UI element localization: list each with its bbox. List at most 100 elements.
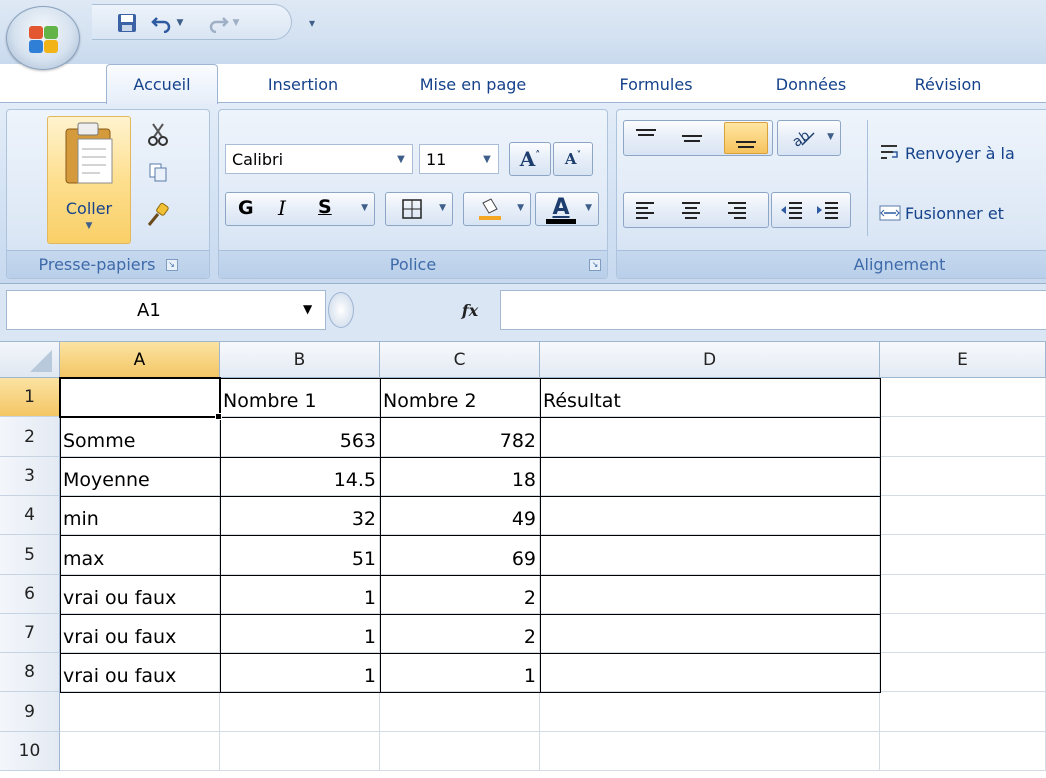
- chevron-down-icon[interactable]: ▼: [303, 302, 312, 316]
- cell-b9[interactable]: [220, 692, 380, 732]
- dialog-launcher-icon[interactable]: ↘: [165, 258, 178, 271]
- chevron-down-icon[interactable]: ▼: [476, 145, 498, 173]
- cell-e9[interactable]: [880, 692, 1046, 732]
- bold-button[interactable]: G: [238, 197, 254, 219]
- tab-formules[interactable]: Formules: [594, 66, 718, 102]
- borders-button[interactable]: ▼: [385, 192, 453, 226]
- column-header-d[interactable]: D: [540, 342, 880, 378]
- cell-a7[interactable]: vrai ou faux: [60, 614, 220, 653]
- cell-c4[interactable]: 49: [380, 496, 540, 535]
- tab-revision[interactable]: Révision: [890, 66, 1006, 102]
- cell-e7[interactable]: [880, 614, 1046, 653]
- cell-b8[interactable]: 1: [220, 653, 380, 692]
- font-size-combo[interactable]: 11 ▼: [419, 144, 499, 174]
- cell-c5[interactable]: 69: [380, 535, 540, 575]
- tab-insertion[interactable]: Insertion: [240, 66, 366, 102]
- insert-function-button[interactable]: fx: [448, 294, 492, 326]
- name-box[interactable]: A1 ▼: [6, 290, 326, 330]
- cell-c8[interactable]: 1: [380, 653, 540, 692]
- decrease-indent-icon[interactable]: [780, 199, 804, 221]
- wrap-text-button[interactable]: Renvoyer à la: [879, 138, 1046, 168]
- cell-d4[interactable]: [540, 496, 880, 535]
- chevron-down-icon[interactable]: ▼: [390, 145, 412, 173]
- align-right-icon[interactable]: [726, 199, 748, 221]
- cell-e3[interactable]: [880, 457, 1046, 496]
- column-header-b[interactable]: B: [220, 342, 380, 378]
- row-header-1[interactable]: 1: [0, 378, 60, 417]
- grow-font-button[interactable]: A˄: [509, 142, 551, 176]
- cell-b5[interactable]: 51: [220, 535, 380, 575]
- select-all-button[interactable]: [0, 342, 60, 378]
- cell-a9[interactable]: [60, 692, 220, 732]
- shrink-font-button[interactable]: A˅: [553, 142, 593, 176]
- cell-c9[interactable]: [380, 692, 540, 732]
- cell-d1[interactable]: Résultat: [540, 378, 880, 417]
- tab-accueil[interactable]: Accueil: [106, 64, 218, 104]
- cell-c1[interactable]: Nombre 2: [380, 378, 540, 417]
- formula-bar-handle[interactable]: [328, 292, 354, 328]
- cell-d3[interactable]: [540, 457, 880, 496]
- row-header-4[interactable]: 4: [0, 496, 60, 535]
- fill-handle[interactable]: [215, 413, 222, 420]
- align-center-icon[interactable]: [680, 199, 702, 221]
- tab-donnees[interactable]: Données: [746, 66, 876, 102]
- cell-c2[interactable]: 782: [380, 417, 540, 457]
- paste-button[interactable]: Coller ▼: [47, 116, 131, 244]
- cell-a1[interactable]: [60, 378, 220, 417]
- underline-button[interactable]: S: [318, 196, 332, 218]
- font-name-combo[interactable]: Calibri ▼: [225, 144, 413, 174]
- row-header-10[interactable]: 10: [0, 732, 60, 771]
- font-color-button[interactable]: A ▼: [535, 192, 599, 226]
- row-header-9[interactable]: 9: [0, 692, 60, 732]
- cell-b3[interactable]: 14.5: [220, 457, 380, 496]
- cell-e10[interactable]: [880, 732, 1046, 771]
- orientation-button[interactable]: ab ▼: [777, 120, 841, 156]
- cell-b7[interactable]: 1: [220, 614, 380, 653]
- cell-a3[interactable]: Moyenne: [60, 457, 220, 496]
- cell-b6[interactable]: 1: [220, 575, 380, 614]
- dialog-launcher-icon[interactable]: ↘: [589, 259, 601, 271]
- column-header-c[interactable]: C: [380, 342, 540, 378]
- customize-qat-button[interactable]: ▾: [304, 10, 320, 36]
- fill-color-button[interactable]: ▼: [463, 192, 531, 226]
- chevron-down-icon[interactable]: ▼: [361, 203, 368, 213]
- cell-b10[interactable]: [220, 732, 380, 771]
- cell-c3[interactable]: 18: [380, 457, 540, 496]
- cell-c10[interactable]: [380, 732, 540, 771]
- cut-button[interactable]: [143, 120, 173, 148]
- cell-b2[interactable]: 563: [220, 417, 380, 457]
- cell-a8[interactable]: vrai ou faux: [60, 653, 220, 692]
- row-header-3[interactable]: 3: [0, 457, 60, 496]
- cell-d6[interactable]: [540, 575, 880, 614]
- save-button[interactable]: [114, 10, 140, 36]
- cell-a4[interactable]: min: [60, 496, 220, 535]
- copy-button[interactable]: [143, 158, 173, 186]
- cell-e5[interactable]: [880, 535, 1046, 575]
- row-header-8[interactable]: 8: [0, 653, 60, 692]
- cell-a10[interactable]: [60, 732, 220, 771]
- cell-d7[interactable]: [540, 614, 880, 653]
- cell-e6[interactable]: [880, 575, 1046, 614]
- column-header-a[interactable]: A: [60, 342, 220, 378]
- align-top-icon[interactable]: [634, 126, 658, 150]
- cell-d8[interactable]: [540, 653, 880, 692]
- cell-e8[interactable]: [880, 653, 1046, 692]
- cell-d5[interactable]: [540, 535, 880, 575]
- align-left-icon[interactable]: [634, 199, 656, 221]
- align-bottom-button[interactable]: [724, 122, 768, 154]
- merge-center-button[interactable]: Fusionner et: [879, 198, 1046, 228]
- row-header-2[interactable]: 2: [0, 417, 60, 457]
- undo-button[interactable]: ▼: [146, 10, 188, 36]
- redo-button[interactable]: ▼: [202, 10, 244, 36]
- column-header-e[interactable]: E: [880, 342, 1046, 378]
- formula-input[interactable]: [500, 290, 1046, 330]
- cell-c6[interactable]: 2: [380, 575, 540, 614]
- cell-e1[interactable]: [880, 378, 1046, 417]
- cell-a2[interactable]: Somme: [60, 417, 220, 457]
- row-header-6[interactable]: 6: [0, 575, 60, 614]
- cell-d10[interactable]: [540, 732, 880, 771]
- cell-e4[interactable]: [880, 496, 1046, 535]
- row-header-7[interactable]: 7: [0, 614, 60, 653]
- office-button[interactable]: [6, 6, 80, 70]
- cell-a5[interactable]: max: [60, 535, 220, 575]
